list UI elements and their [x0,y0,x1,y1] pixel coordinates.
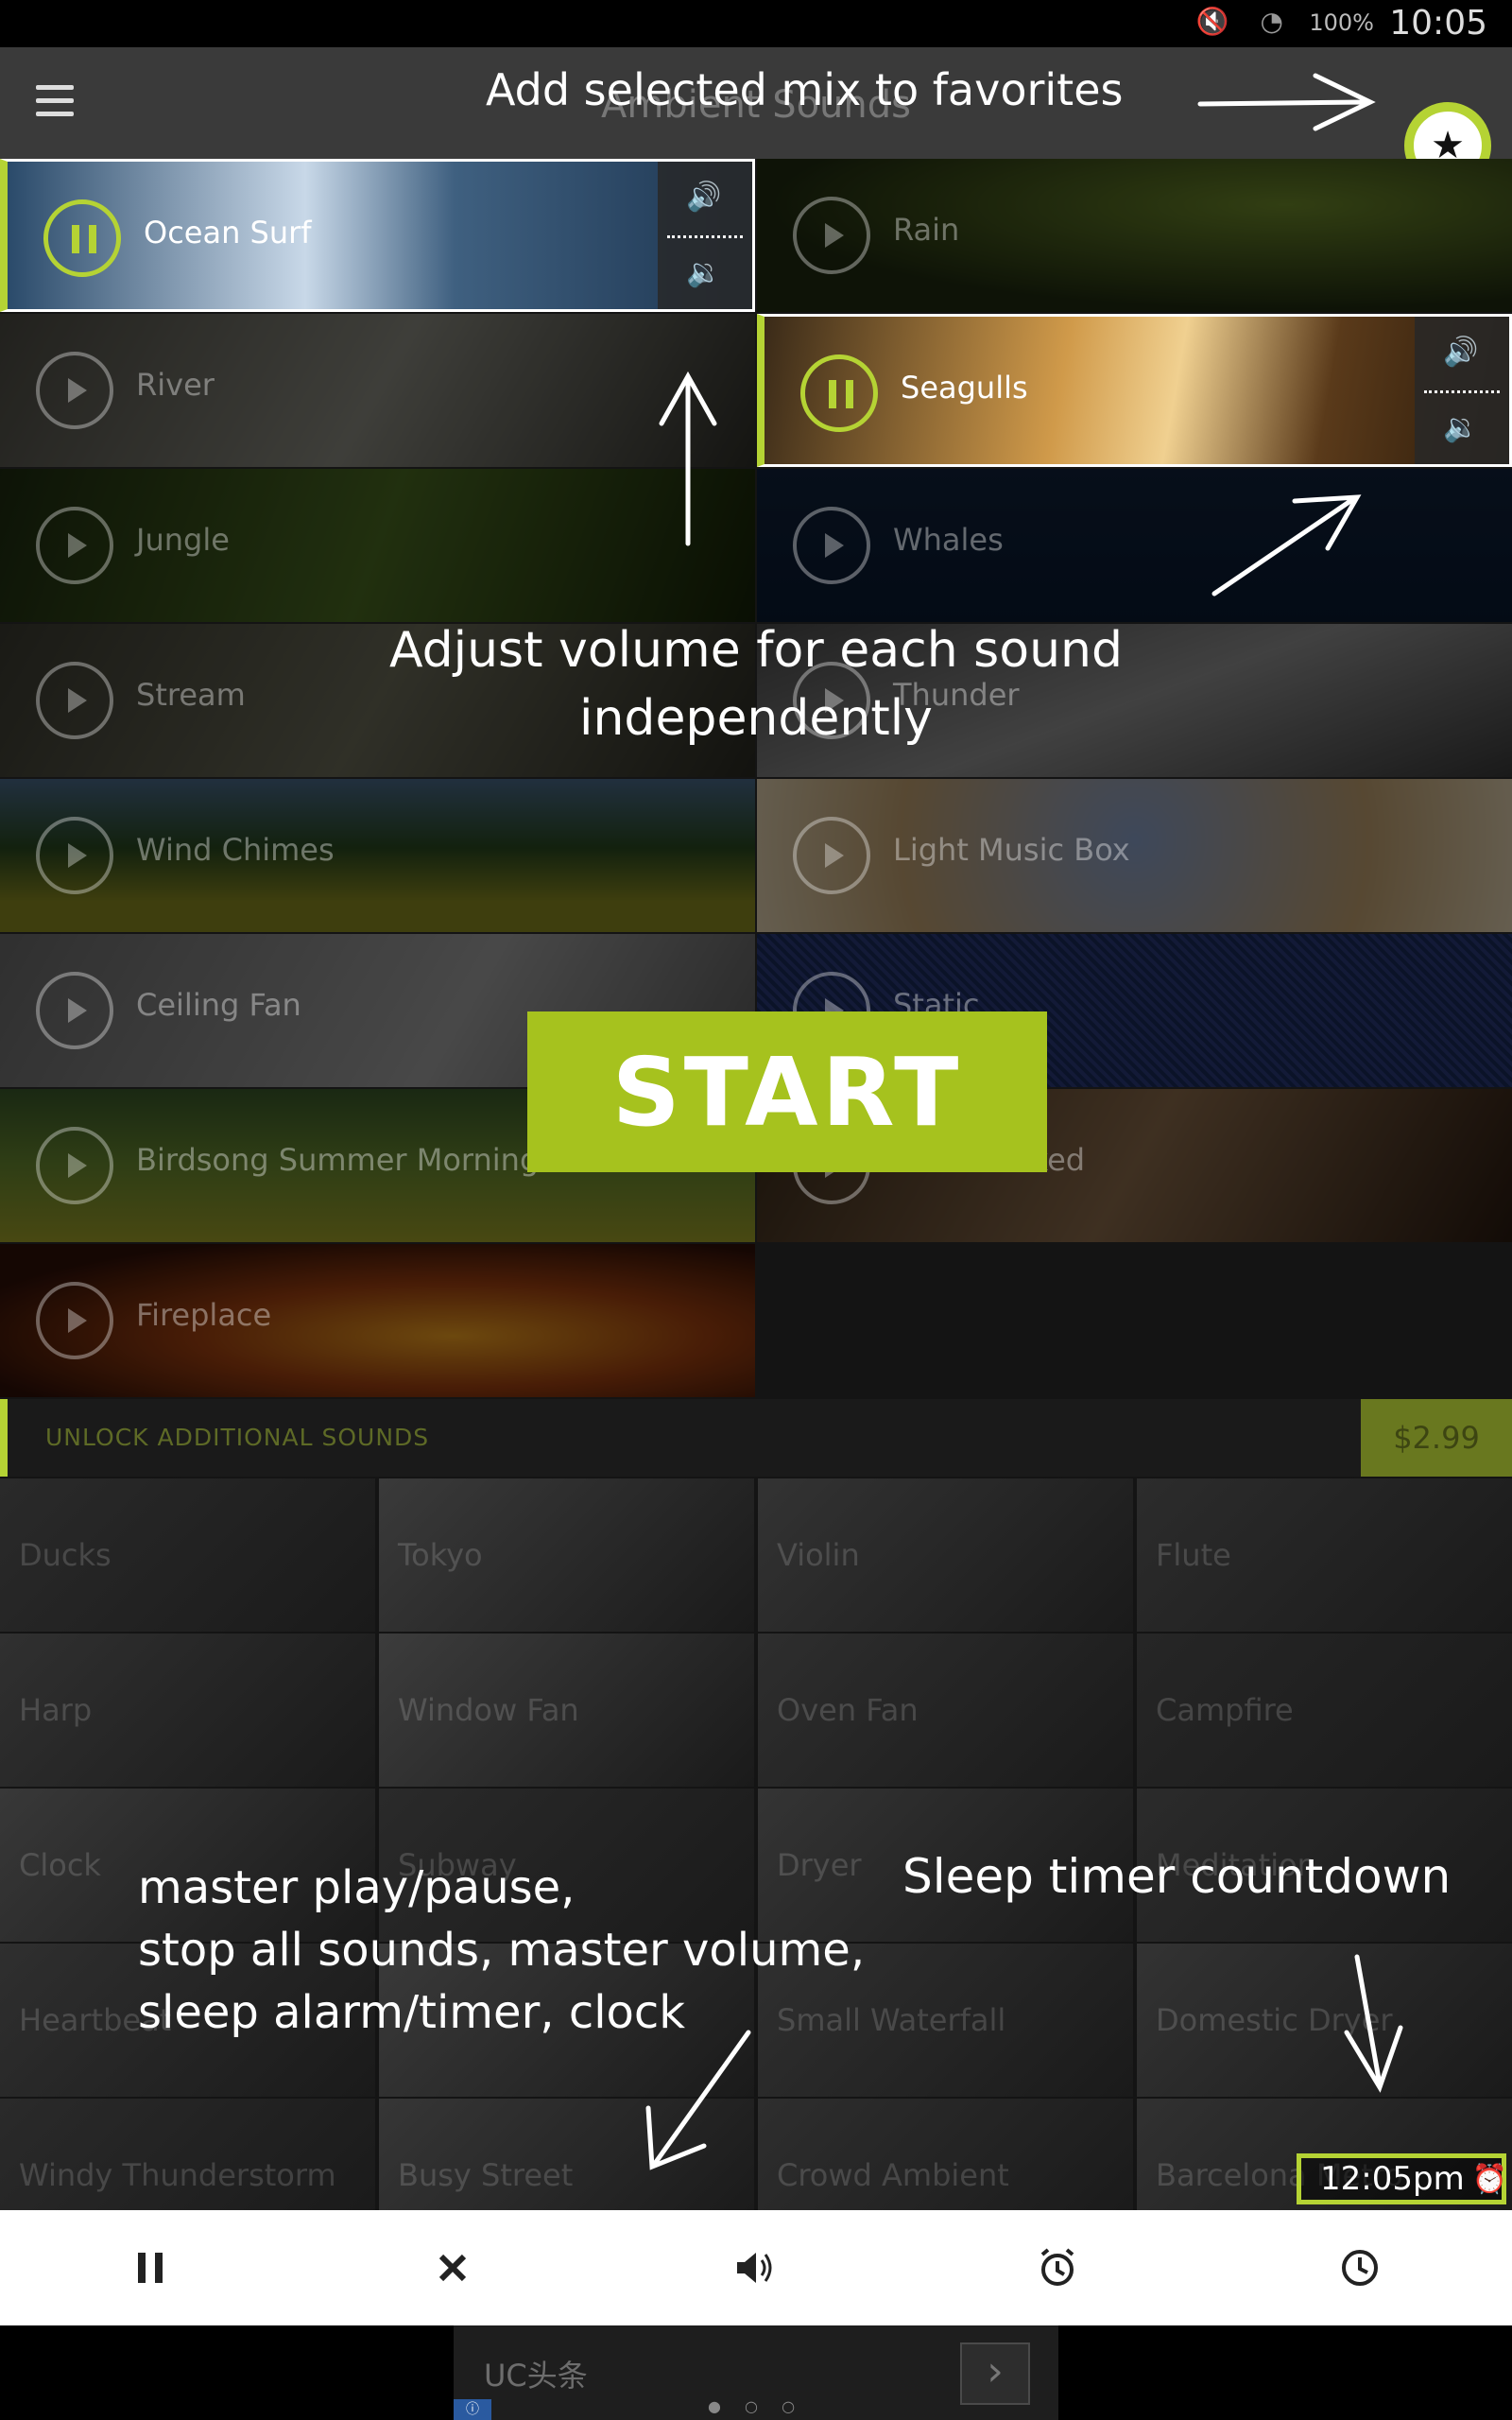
alarm-clock-icon: ⏰ [1471,2162,1508,2196]
volume-icon[interactable] [724,2237,786,2299]
pause-icon[interactable] [119,2237,181,2299]
arrow-to-timer [1344,1954,1403,2093]
ad-text: UC头条 [484,2358,588,2394]
master-toolbar [0,2210,1512,2325]
arrow-to-seagulls-volume [1211,494,1362,596]
clock-icon[interactable] [1329,2237,1391,2299]
arrow-to-toolbar [645,2030,751,2170]
ad-page-dots: ● ○ ○ [707,2397,805,2415]
annotation-arrows [645,73,1403,2170]
ad-banner[interactable]: UC头条 › ● ○ ○ ⓘ [454,2325,1058,2420]
arrow-up-volume [659,371,717,546]
alarm-icon[interactable] [1026,2237,1089,2299]
sleep-timer-badge[interactable]: 12:05pm ⏰ [1297,2153,1508,2204]
sleep-timer-value: 12:05pm [1320,2160,1465,2198]
ad-tag: ⓘ [454,2399,491,2420]
arrow-to-favorites [1197,73,1376,131]
close-icon[interactable] [421,2237,484,2299]
ad-arrow-button[interactable]: › [960,2342,1030,2405]
